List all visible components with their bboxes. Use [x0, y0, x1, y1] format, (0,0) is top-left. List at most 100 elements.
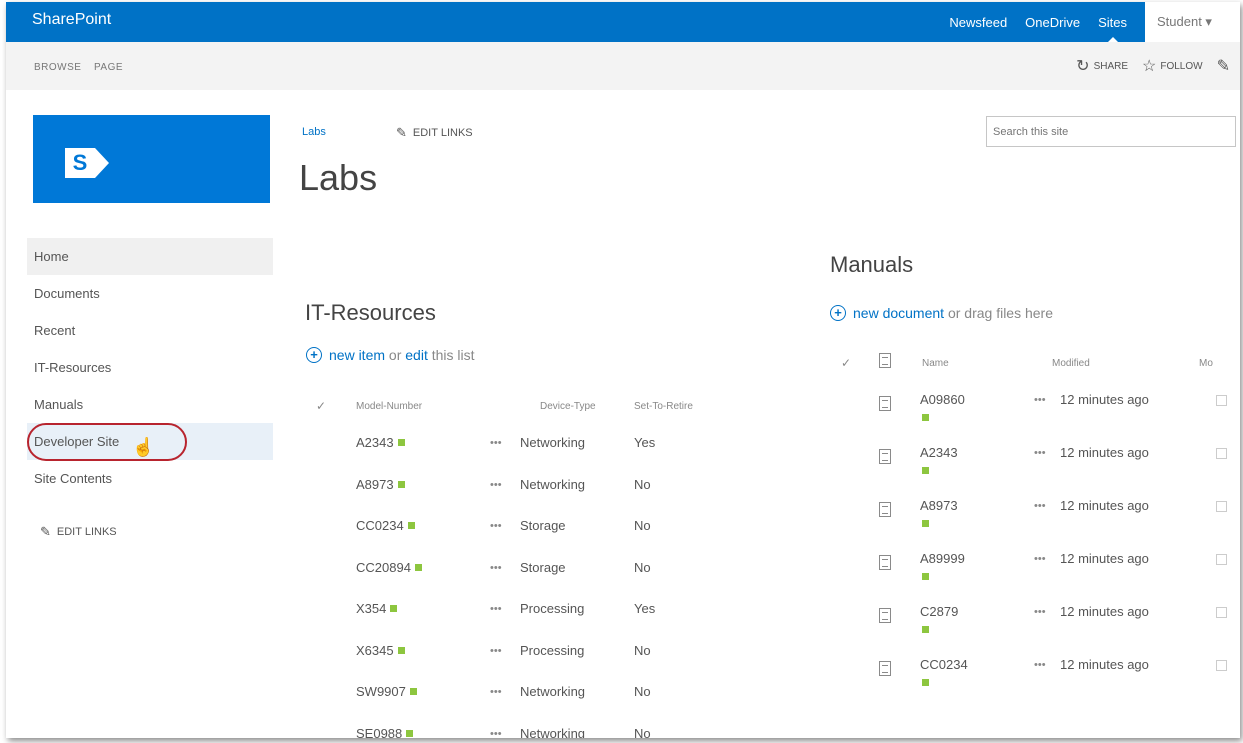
- document-name-link[interactable]: C2879: [920, 604, 958, 619]
- nav-developer-site[interactable]: Developer Site ☝: [27, 423, 273, 461]
- ribbon-actions: ↻ SHARE ☆ FOLLOW ✎: [1062, 56, 1234, 76]
- item-menu-button[interactable]: •••: [490, 728, 502, 738]
- model-number-link[interactable]: A8973: [356, 477, 405, 492]
- tab-browse[interactable]: BROWSE: [34, 62, 81, 73]
- device-type-cell: Processing: [520, 601, 585, 616]
- suite-bar: SharePoint Newsfeed OneDrive Sites Stude…: [6, 2, 1240, 42]
- item-menu-button[interactable]: •••: [490, 686, 502, 698]
- item-menu-button[interactable]: •••: [490, 437, 502, 449]
- document-icon: [879, 502, 891, 517]
- sites-link[interactable]: Sites: [1098, 15, 1127, 42]
- model-number-text: CC20894: [356, 560, 411, 575]
- edit-list-link[interactable]: edit: [405, 347, 428, 363]
- nav-it-resources[interactable]: IT-Resources: [27, 349, 273, 386]
- top-edit-links[interactable]: ✎ EDIT LINKS: [396, 125, 473, 141]
- edit-page-button[interactable]: ✎: [1217, 56, 1234, 76]
- item-menu-button[interactable]: •••: [1034, 500, 1046, 512]
- nav-home[interactable]: Home: [27, 238, 273, 275]
- new-document-link[interactable]: new document: [853, 305, 944, 321]
- item-menu-button[interactable]: •••: [490, 479, 502, 491]
- nav-site-contents[interactable]: Site Contents: [27, 460, 273, 497]
- pencil-icon: ✎: [40, 524, 51, 539]
- model-number-link[interactable]: A2343: [356, 435, 405, 450]
- manuals-new-line: + new document or drag files here: [830, 305, 1053, 321]
- pencil-icon: ✎: [1216, 58, 1230, 75]
- col-device-type[interactable]: Device-Type: [540, 401, 596, 412]
- item-menu-button[interactable]: •••: [1034, 659, 1046, 671]
- newsfeed-link[interactable]: Newsfeed: [949, 15, 1007, 30]
- share-label: SHARE: [1093, 60, 1129, 72]
- select-all-check[interactable]: ✓: [841, 356, 851, 370]
- model-number-link[interactable]: SW9907: [356, 684, 417, 699]
- nav-documents[interactable]: Documents: [27, 275, 273, 312]
- item-menu-button[interactable]: •••: [1034, 606, 1046, 618]
- suite-links: Newsfeed OneDrive Sites Student ▾: [949, 2, 1240, 42]
- page-title: Labs: [299, 157, 378, 198]
- modified-cell: 12 minutes ago: [1060, 445, 1149, 460]
- share-button[interactable]: ↻ SHARE: [1076, 56, 1128, 76]
- document-icon: [879, 608, 891, 623]
- follow-button[interactable]: ☆ FOLLOW: [1142, 56, 1203, 76]
- model-number-link[interactable]: CC0234: [356, 518, 415, 533]
- item-menu-button[interactable]: •••: [490, 562, 502, 574]
- col-modified[interactable]: Modified: [1052, 358, 1090, 369]
- row-checkbox[interactable]: [1216, 660, 1227, 671]
- item-menu-button[interactable]: •••: [490, 603, 502, 615]
- item-menu-button[interactable]: •••: [490, 645, 502, 657]
- user-menu[interactable]: Student ▾: [1145, 2, 1240, 42]
- breadcrumb-labs[interactable]: Labs: [302, 126, 326, 138]
- select-all-check[interactable]: ✓: [316, 399, 326, 413]
- manuals-title[interactable]: Manuals: [830, 252, 913, 278]
- plus-icon[interactable]: +: [306, 347, 322, 363]
- document-name-link[interactable]: A09860: [920, 392, 965, 407]
- document-name-link[interactable]: CC0234: [920, 657, 968, 672]
- site-logo[interactable]: S: [33, 115, 270, 203]
- modified-cell: 12 minutes ago: [1060, 657, 1149, 672]
- item-menu-button[interactable]: •••: [1034, 553, 1046, 565]
- device-type-cell: Storage: [520, 560, 566, 575]
- star-icon: ☆: [1142, 58, 1157, 75]
- set-to-retire-cell: Yes: [634, 435, 656, 450]
- document-name-link[interactable]: A2343: [920, 445, 958, 460]
- item-menu-button[interactable]: •••: [1034, 447, 1046, 459]
- model-number-text: SE0988: [356, 726, 403, 738]
- document-name-link[interactable]: A8973: [920, 498, 958, 513]
- col-model-number[interactable]: Model-Number: [356, 401, 422, 412]
- document-type-icon: [879, 353, 891, 368]
- item-menu-button[interactable]: •••: [1034, 394, 1046, 406]
- col-modified-by[interactable]: Mo: [1199, 358, 1213, 369]
- new-indicator-icon: [922, 520, 929, 527]
- tab-page[interactable]: PAGE: [94, 62, 123, 73]
- document-name-link[interactable]: A89999: [920, 551, 965, 566]
- row-checkbox[interactable]: [1216, 554, 1227, 565]
- nav-manuals[interactable]: Manuals: [27, 386, 273, 423]
- it-resources-title[interactable]: IT-Resources: [305, 300, 436, 326]
- col-set-to-retire[interactable]: Set-To-Retire: [634, 401, 693, 412]
- row-checkbox[interactable]: [1216, 395, 1227, 406]
- new-indicator-icon: [922, 573, 929, 580]
- model-number-text: CC0234: [356, 518, 404, 533]
- modified-cell: 12 minutes ago: [1060, 498, 1149, 513]
- new-item-link[interactable]: new item: [329, 347, 385, 363]
- search-input[interactable]: [986, 116, 1236, 147]
- model-number-link[interactable]: CC20894: [356, 560, 422, 575]
- model-number-link[interactable]: SE0988: [356, 726, 414, 738]
- nav-recent[interactable]: Recent: [27, 312, 273, 349]
- nav-edit-links[interactable]: ✎ EDIT LINKS: [27, 497, 273, 540]
- col-name[interactable]: Name: [922, 358, 949, 369]
- item-menu-button[interactable]: •••: [490, 520, 502, 532]
- row-checkbox[interactable]: [1216, 501, 1227, 512]
- sharepoint-brand[interactable]: SharePoint: [32, 11, 111, 29]
- set-to-retire-cell: Yes: [634, 601, 656, 616]
- model-number-text: X354: [356, 601, 387, 616]
- share-icon: ↻: [1076, 58, 1090, 75]
- model-number-link[interactable]: X6345: [356, 643, 405, 658]
- new-indicator-icon: [406, 730, 414, 737]
- row-checkbox[interactable]: [1216, 448, 1227, 459]
- sharepoint-window: SharePoint Newsfeed OneDrive Sites Stude…: [6, 2, 1240, 738]
- onedrive-link[interactable]: OneDrive: [1025, 15, 1080, 30]
- plus-icon[interactable]: +: [830, 305, 846, 321]
- row-checkbox[interactable]: [1216, 607, 1227, 618]
- model-number-link[interactable]: X354: [356, 601, 398, 616]
- this-list-label: this list: [431, 347, 475, 363]
